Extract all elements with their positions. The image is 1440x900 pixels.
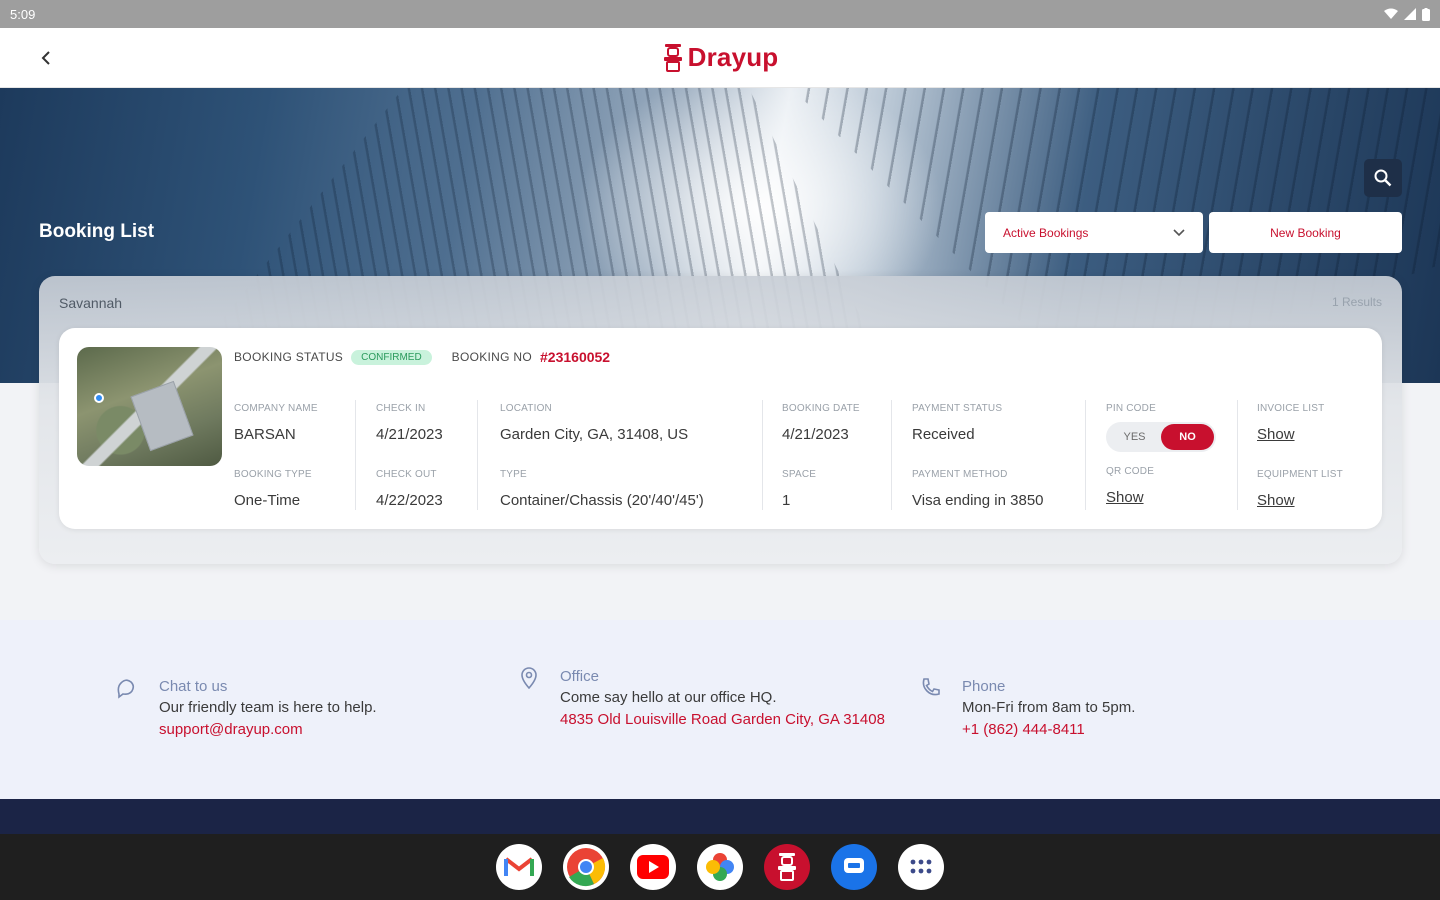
column-divider bbox=[762, 400, 763, 510]
page-title: Booking List bbox=[39, 221, 155, 242]
office-text: Come say hello at our office HQ. bbox=[560, 689, 777, 706]
search-button[interactable] bbox=[1364, 159, 1402, 197]
office-title: Office bbox=[560, 668, 599, 685]
location-value: Garden City, GA, 31408, US bbox=[500, 426, 689, 443]
phone-number-link[interactable]: +1 (862) 444-8411 bbox=[962, 720, 1135, 739]
company-column: COMPANY NAME BARSAN BOOKING TYPE One-Tim… bbox=[234, 403, 318, 509]
check-out-label: CHECK OUT bbox=[376, 469, 437, 480]
messages-icon[interactable] bbox=[831, 844, 877, 890]
chat-text: Our friendly team is here to help. bbox=[159, 699, 377, 716]
phone-block: Phone Mon-Fri from 8am to 5pm. +1 (862) … bbox=[962, 678, 1135, 739]
check-in-value: 4/21/2023 bbox=[376, 426, 443, 443]
check-in-label: CHECK IN bbox=[376, 403, 426, 414]
brand-name: Drayup bbox=[687, 42, 779, 72]
chat-title: Chat to us bbox=[159, 678, 228, 695]
column-divider bbox=[1085, 400, 1086, 510]
phone-title: Phone bbox=[962, 678, 1006, 695]
column-divider bbox=[477, 400, 478, 510]
chevron-left-icon bbox=[41, 51, 50, 65]
check-out-value: 4/22/2023 bbox=[376, 492, 443, 509]
office-block: Office Come say hello at our office HQ. … bbox=[560, 668, 890, 729]
column-divider bbox=[891, 400, 892, 510]
payment-method-label: PAYMENT METHOD bbox=[912, 469, 1008, 480]
results-count: 1 Results bbox=[1331, 295, 1382, 309]
chrome-icon[interactable] bbox=[563, 844, 609, 890]
location-group-title: Savannah bbox=[59, 295, 123, 311]
building-shape bbox=[130, 380, 194, 452]
booking-type-value: One-Time bbox=[234, 492, 301, 509]
booking-type-label: BOOKING TYPE bbox=[234, 469, 312, 480]
contact-section: Chat to us Our friendly team is here to … bbox=[0, 620, 1440, 800]
check-column: CHECK IN 4/21/2023 CHECK OUT 4/22/2023 bbox=[376, 403, 443, 509]
support-email-link[interactable]: support@drayup.com bbox=[159, 720, 377, 739]
payment-method-value: Visa ending in 3850 bbox=[912, 492, 1044, 509]
back-button[interactable] bbox=[32, 44, 60, 72]
bookings-filter-select[interactable]: Active Bookings bbox=[985, 212, 1203, 253]
booking-date-value: 4/21/2023 bbox=[782, 426, 849, 443]
qr-code-label: QR CODE bbox=[1106, 466, 1155, 477]
drayup-logo[interactable]: Drayup bbox=[662, 42, 779, 73]
system-status-bar: 5:09 bbox=[0, 0, 1440, 28]
wifi-icon bbox=[1384, 8, 1398, 19]
location-pin-icon bbox=[521, 667, 537, 689]
footer-band bbox=[0, 799, 1440, 834]
drayup-logo-icon bbox=[663, 43, 682, 72]
pin-code-no-option[interactable]: NO bbox=[1161, 424, 1214, 450]
payment-status-value: Received bbox=[912, 426, 975, 443]
codes-column: PIN CODE YES NO QR CODE Show bbox=[1106, 403, 1216, 506]
pin-code-yes-option[interactable]: YES bbox=[1108, 424, 1161, 450]
equipment-list-show-link[interactable]: Show bbox=[1257, 492, 1343, 509]
location-map-thumbnail[interactable] bbox=[77, 347, 222, 466]
column-divider bbox=[1237, 400, 1238, 510]
payment-status-label: PAYMENT STATUS bbox=[912, 403, 1003, 414]
booking-no-label: BOOKING NO bbox=[451, 350, 533, 364]
qr-code-show-link[interactable]: Show bbox=[1106, 489, 1216, 506]
map-pin-icon bbox=[94, 393, 104, 403]
clock: 5:09 bbox=[10, 6, 36, 22]
drayup-icon[interactable] bbox=[764, 844, 810, 890]
system-icons bbox=[1384, 7, 1430, 21]
type-label: TYPE bbox=[500, 469, 527, 480]
date-column: BOOKING DATE 4/21/2023 SPACE 1 bbox=[782, 403, 860, 509]
invoice-list-label: INVOICE LIST bbox=[1257, 403, 1325, 414]
invoice-list-show-link[interactable]: Show bbox=[1257, 426, 1343, 443]
gmail-icon[interactable] bbox=[496, 844, 542, 890]
results-panel: Savannah 1 Results BOOKING STATUS CONFIR… bbox=[39, 276, 1402, 564]
column-divider bbox=[355, 400, 356, 510]
office-address-link[interactable]: 4835 Old Louisville Road Garden City, GA… bbox=[560, 710, 890, 729]
status-badge: CONFIRMED bbox=[351, 349, 432, 365]
pin-code-label: PIN CODE bbox=[1106, 403, 1156, 414]
space-value: 1 bbox=[782, 492, 791, 509]
pin-code-toggle[interactable]: YES NO bbox=[1106, 422, 1216, 452]
booking-status-label: BOOKING STATUS bbox=[234, 350, 344, 364]
type-value: Container/Chassis (20'/40'/45') bbox=[500, 492, 704, 509]
payment-column: PAYMENT STATUS Received PAYMENT METHOD V… bbox=[912, 403, 1044, 509]
space-label: SPACE bbox=[782, 469, 817, 480]
chat-icon bbox=[117, 679, 135, 699]
company-name-label: COMPANY NAME bbox=[234, 403, 318, 414]
lists-column: INVOICE LIST Show EQUIPMENT LIST Show bbox=[1257, 403, 1343, 509]
chevron-down-icon bbox=[1173, 228, 1185, 236]
signal-icon bbox=[1404, 8, 1416, 20]
search-icon bbox=[1374, 169, 1392, 187]
booking-status-row: BOOKING STATUS CONFIRMED BOOKING NO #231… bbox=[234, 349, 610, 365]
equipment-list-label: EQUIPMENT LIST bbox=[1257, 469, 1343, 480]
new-booking-button[interactable]: New Booking bbox=[1209, 212, 1402, 253]
booking-card[interactable]: BOOKING STATUS CONFIRMED BOOKING NO #231… bbox=[59, 328, 1382, 529]
location-label: LOCATION bbox=[500, 403, 552, 414]
app-launcher-icon[interactable] bbox=[898, 844, 944, 890]
phone-text: Mon-Fri from 8am to 5pm. bbox=[962, 699, 1136, 716]
app-dock bbox=[0, 834, 1440, 900]
app-header: Drayup bbox=[0, 28, 1440, 88]
battery-icon bbox=[1422, 7, 1430, 21]
company-name-value: BARSAN bbox=[234, 426, 296, 443]
booking-date-label: BOOKING DATE bbox=[782, 403, 860, 414]
photos-icon[interactable] bbox=[697, 844, 743, 890]
location-column: LOCATION Garden City, GA, 31408, US TYPE… bbox=[500, 403, 704, 509]
phone-icon bbox=[922, 678, 940, 696]
chat-block: Chat to us Our friendly team is here to … bbox=[159, 678, 377, 739]
filter-selected-value: Active Bookings bbox=[1003, 225, 1089, 240]
booking-number: #23160052 bbox=[540, 349, 611, 365]
youtube-icon[interactable] bbox=[630, 844, 676, 890]
